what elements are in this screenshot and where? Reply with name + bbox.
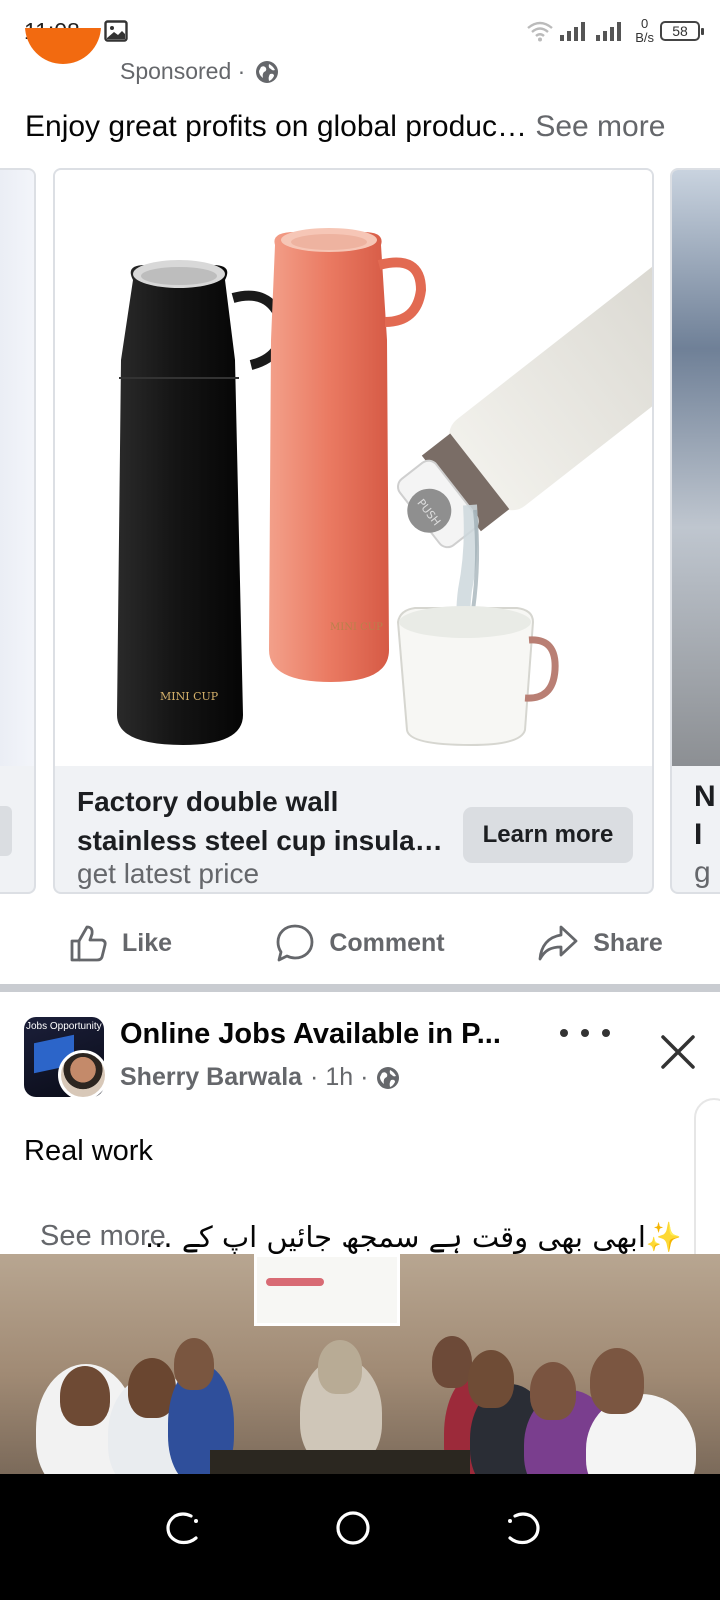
feed-divider <box>0 984 720 992</box>
comment-label: Comment <box>329 928 445 957</box>
ad-text: Enjoy great profits on global produc… Se… <box>25 110 665 144</box>
product-image[interactable]: MINI CUP MINI CUP PUSH <box>55 170 652 766</box>
next-product-image <box>672 170 720 766</box>
network-speed-unit: B/s <box>635 30 654 45</box>
recent-apps-icon[interactable] <box>163 1508 203 1548</box>
post-actions-bar: Like Comment Share <box>0 912 720 974</box>
mini-cup-label: MINI CUP <box>160 690 219 703</box>
sponsored-label: Sponsored · <box>120 58 246 84</box>
next-card-subtitle-peek: g <box>694 856 711 889</box>
dot-icon <box>560 1029 568 1037</box>
dot-icon <box>602 1029 610 1037</box>
carousel-card-next[interactable]: N I g <box>670 168 720 894</box>
board-writing <box>266 1278 324 1286</box>
like-button[interactable]: Like <box>0 912 240 974</box>
product-image <box>0 170 34 766</box>
person-head <box>432 1336 472 1388</box>
learn-more-button[interactable]: Learn more <box>463 807 633 863</box>
advertiser-avatar[interactable] <box>25 28 101 90</box>
network-speed-value: 0 <box>640 16 649 31</box>
person-head <box>468 1350 514 1408</box>
product-subtitle: get latest price <box>77 858 260 889</box>
product-title[interactable]: Factory double wall stainless steel cup … <box>77 782 457 860</box>
product-title-line-1: Factory double wall <box>77 786 339 817</box>
comment-icon <box>276 924 314 962</box>
battery-level: 58 <box>672 23 688 39</box>
share-button[interactable]: Share <box>480 912 720 974</box>
more-options-button[interactable] <box>560 1018 610 1048</box>
back-icon[interactable] <box>503 1508 543 1548</box>
post-meta: Sherry Barwala · 1h · <box>120 1063 400 1092</box>
gallery-icon <box>104 20 128 42</box>
post-group-title[interactable]: Online Jobs Available in P... <box>120 1018 520 1051</box>
person-head <box>318 1340 362 1394</box>
globe-icon <box>377 1066 400 1089</box>
post-time: · 1h · <box>310 1063 369 1091</box>
author-avatar[interactable] <box>58 1050 108 1100</box>
sponsored-row: Sponsored · <box>120 58 279 85</box>
product-title-line-2: stainless steel cup insula… <box>77 825 443 856</box>
person-head <box>60 1366 110 1426</box>
post-text-line-1: Real work <box>24 1135 153 1167</box>
office-table <box>210 1450 470 1474</box>
person-head <box>590 1348 644 1414</box>
ad-text-content: Enjoy great profits on global produc… <box>25 110 527 143</box>
share-icon <box>538 925 578 961</box>
next-card-title-peek-1: N <box>694 780 716 813</box>
thumbs-up-icon <box>70 925 107 962</box>
battery-icon: 58 <box>660 21 704 41</box>
person-head <box>174 1338 214 1390</box>
group-avatar-label: Jobs Opportunity <box>26 1021 102 1032</box>
person-head <box>530 1362 576 1420</box>
like-label: Like <box>121 928 173 957</box>
learn-more-button-previous[interactable] <box>0 806 12 856</box>
mini-cup-label-2: MINI CUP <box>330 622 383 633</box>
dot-icon <box>581 1029 589 1037</box>
close-icon[interactable] <box>660 1034 696 1070</box>
comment-button[interactable]: Comment <box>240 912 480 974</box>
carousel-card[interactable]: MINI CUP MINI CUP PUSH Factory double wa… <box>53 168 654 894</box>
signal-icon <box>560 22 586 41</box>
status-bar: 11:08 0 B/s 58 <box>0 0 720 62</box>
next-card-title-peek-2: I <box>694 818 703 851</box>
network-speed: 0 B/s <box>635 17 654 45</box>
post-author[interactable]: Sherry Barwala <box>120 1063 302 1092</box>
share-label: Share <box>593 928 663 957</box>
home-icon[interactable] <box>333 1508 373 1548</box>
wall-board <box>254 1254 400 1326</box>
see-more-link[interactable]: See more <box>535 110 665 143</box>
system-navigation-bar <box>0 1474 720 1600</box>
globe-icon <box>256 60 279 83</box>
post-photo[interactable] <box>0 1254 720 1474</box>
signal-icon <box>596 22 622 41</box>
post-text-line-2: ✨ابھی بھی وقت ہے سمجھ جائیں اپ کے ... <box>144 1220 682 1254</box>
wifi-icon <box>527 21 553 42</box>
carousel-card-previous[interactable] <box>0 168 36 894</box>
thermos-product-photo: MINI CUP MINI CUP PUSH <box>117 228 652 747</box>
